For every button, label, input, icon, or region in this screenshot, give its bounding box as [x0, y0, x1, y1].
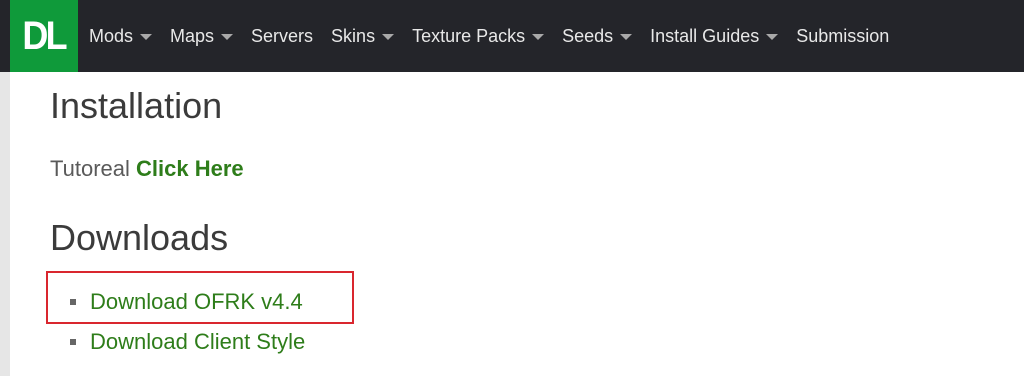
nav-item-label: Servers — [251, 25, 314, 46]
nav-item-label: Submission — [796, 25, 890, 46]
bullet-icon — [70, 339, 76, 345]
nav-item-label: Texture Packs — [412, 25, 526, 46]
top-navbar: DL Mods Maps Servers Skins Texture Packs… — [0, 0, 1024, 72]
nav-item-label: Seeds — [562, 25, 614, 46]
tutorial-prefix: Tutoreal — [50, 156, 130, 181]
nav-item-maps[interactable]: Maps — [170, 25, 234, 47]
chevron-down-icon — [532, 34, 545, 40]
highlight-box — [46, 271, 354, 324]
nav-item-submission[interactable]: Submission — [796, 26, 889, 47]
installation-heading: Installation — [50, 85, 223, 126]
nav-item-seeds[interactable]: Seeds — [562, 25, 633, 47]
tutorial-link[interactable]: Click Here — [136, 156, 244, 181]
nav-item-label: Skins — [331, 25, 376, 46]
nav-item-mods[interactable]: Mods — [89, 25, 153, 47]
chevron-down-icon — [140, 34, 153, 40]
logo-text: DL — [22, 13, 68, 58]
nav-menu: Mods Maps Servers Skins Texture Packs Se… — [89, 0, 907, 72]
chevron-down-icon — [766, 34, 779, 40]
chevron-down-icon — [620, 34, 633, 40]
left-edge-bar — [0, 72, 10, 376]
nav-item-install-guides[interactable]: Install Guides — [650, 25, 779, 47]
list-item: Download Client Style — [70, 322, 305, 362]
chevron-down-icon — [382, 34, 395, 40]
nav-item-skins[interactable]: Skins — [331, 25, 395, 47]
nav-item-texture-packs[interactable]: Texture Packs — [412, 25, 545, 47]
site-logo[interactable]: DL — [10, 0, 78, 72]
nav-item-label: Maps — [170, 25, 215, 46]
tutorial-line: Tutoreal Click Here — [50, 156, 244, 182]
nav-item-label: Mods — [89, 25, 134, 46]
nav-item-label: Install Guides — [650, 25, 760, 46]
chevron-down-icon — [221, 34, 234, 40]
download-client-style-link[interactable]: Download Client Style — [90, 329, 305, 355]
downloads-heading: Downloads — [50, 217, 229, 258]
nav-item-servers[interactable]: Servers — [251, 26, 313, 47]
